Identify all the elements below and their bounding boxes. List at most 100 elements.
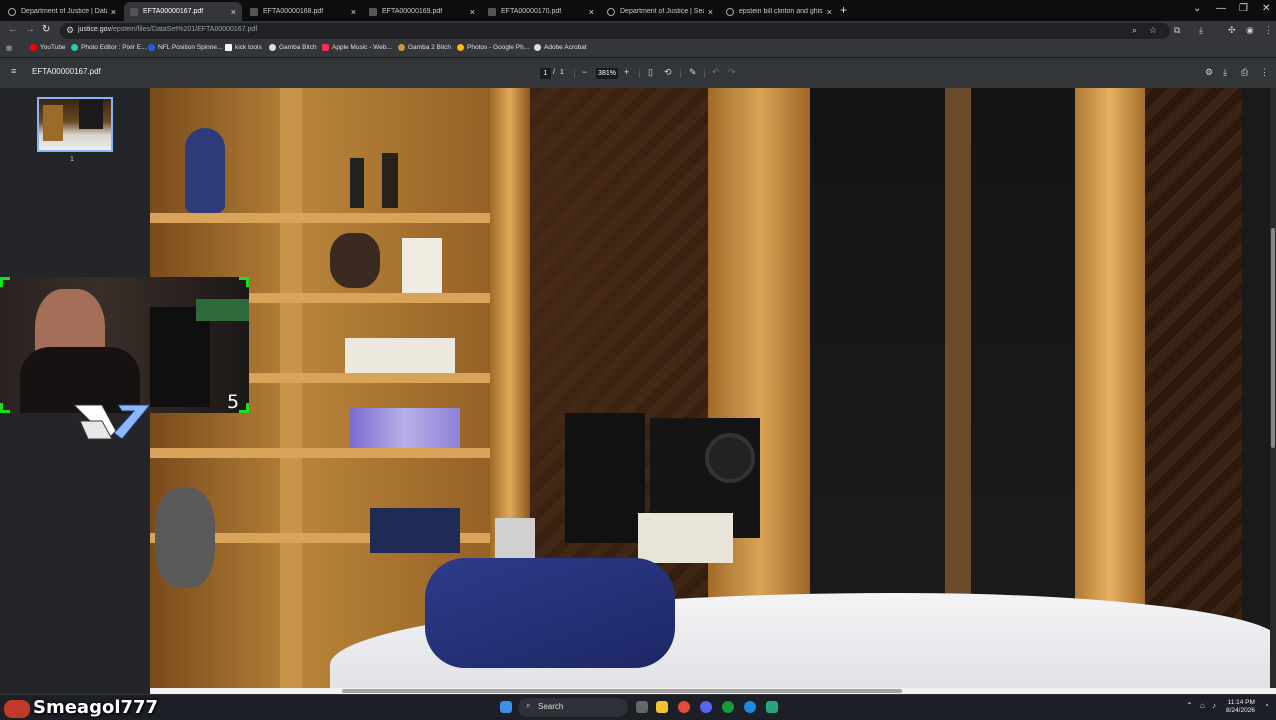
- discord-icon[interactable]: [700, 701, 712, 713]
- bookmark-kick-tools[interactable]: kick tools: [225, 44, 262, 51]
- close-tab-icon[interactable]: ×: [231, 7, 236, 17]
- system-clock[interactable]: 11:14 PM 8/24/2026: [1226, 699, 1255, 715]
- tray-chevron-icon[interactable]: ⌃: [1186, 701, 1193, 710]
- site-info-icon[interactable]: ⚙: [66, 25, 74, 36]
- bookmark-youtube[interactable]: YouTube: [30, 44, 66, 51]
- minimize-button[interactable]: —: [1216, 3, 1226, 14]
- reload-icon[interactable]: ↻: [42, 24, 50, 35]
- page-separator: /: [553, 69, 555, 76]
- clock: [495, 518, 535, 558]
- zoom-search-icon[interactable]: ⌕: [1132, 25, 1137, 36]
- tab-efta168[interactable]: EFTA00000168.pdf ×: [244, 2, 362, 21]
- streamer-logo: [72, 404, 152, 440]
- bookmark-label: Gamba 2 Bitch: [408, 44, 451, 51]
- page-number-input[interactable]: 1: [540, 68, 551, 79]
- tab-label: Department of Justice | Data S: [21, 8, 107, 15]
- page-thumbnail[interactable]: [37, 97, 113, 152]
- webcam-overlay: 5: [0, 277, 249, 413]
- taskbar-search[interactable]: ⌕ Search: [518, 698, 628, 717]
- maximize-button[interactable]: ❐: [1239, 3, 1248, 14]
- annotate-icon[interactable]: ✎: [689, 67, 697, 78]
- divider: [680, 69, 681, 78]
- new-tab-button[interactable]: +: [840, 3, 847, 17]
- zoom-in-icon[interactable]: +: [624, 67, 629, 77]
- frame-corner: [239, 277, 249, 287]
- more-options-icon[interactable]: ⋮: [1260, 67, 1269, 78]
- tab-doj-search[interactable]: Department of Justice | Search ×: [601, 2, 719, 21]
- grid-icon: [225, 44, 232, 51]
- close-tab-icon[interactable]: ×: [708, 7, 713, 17]
- profile-icon[interactable]: ◉: [1246, 25, 1254, 36]
- tab-search-button[interactable]: ⌄: [1193, 3, 1201, 14]
- tab-doj-data[interactable]: Department of Justice | Data S ×: [2, 2, 122, 21]
- bookmark-gamba[interactable]: Gamba Bitch: [269, 44, 317, 51]
- fit-page-icon[interactable]: ▯: [648, 67, 653, 78]
- close-tab-icon[interactable]: ×: [827, 7, 832, 17]
- zoom-level-input[interactable]: 381%: [596, 68, 618, 79]
- white-box: [402, 238, 442, 293]
- tab-google-search[interactable]: epstein bill clinton and ghislain ×: [720, 2, 838, 21]
- file-explorer-icon[interactable]: [656, 701, 668, 713]
- globe-icon: [607, 7, 615, 16]
- google-icon: [726, 7, 734, 16]
- tab-efta167[interactable]: EFTA00000167.pdf ×: [124, 2, 242, 21]
- undo-icon[interactable]: ↶: [712, 67, 720, 78]
- close-window-button[interactable]: ✕: [1262, 3, 1270, 14]
- close-tab-icon[interactable]: ×: [111, 7, 116, 17]
- bookmark-nfl-spinner[interactable]: NFL Position Spinne...: [148, 44, 222, 51]
- volume-icon[interactable]: ♪: [1212, 701, 1216, 710]
- bookmark-adobe-acrobat[interactable]: Adobe Acrobat: [534, 44, 587, 51]
- scrollbar-thumb[interactable]: [1271, 228, 1275, 448]
- vertical-scrollbar[interactable]: [1270, 88, 1276, 688]
- pdf-filename: EFTA00000167.pdf: [32, 67, 101, 76]
- download-icon[interactable]: ⤓: [1223, 67, 1227, 78]
- bookmark-pixlr[interactable]: Photo Editor : Pixlr E...: [71, 44, 146, 51]
- tab-label: epstein bill clinton and ghislain: [739, 8, 823, 15]
- redo-icon[interactable]: ↷: [728, 67, 736, 78]
- menu-hamburger-icon[interactable]: ≡: [11, 66, 16, 76]
- zoom-out-icon[interactable]: −: [582, 67, 587, 77]
- rotate-icon[interactable]: ⟲: [664, 67, 672, 78]
- print-icon[interactable]: ⎙: [1241, 67, 1248, 78]
- apps-grid-icon[interactable]: ▦: [6, 44, 12, 52]
- tab-efta169[interactable]: EFTA00000169.pdf ×: [363, 2, 481, 21]
- start-button[interactable]: [500, 701, 512, 713]
- search-icon: ⌕: [526, 701, 531, 710]
- bookmark-apple-music[interactable]: Apple Music - Web...: [322, 44, 392, 51]
- url-path: /epstein/files/DataSet%201/EFTA00000167.…: [111, 26, 258, 33]
- edge-icon[interactable]: [744, 701, 756, 713]
- coin-icon: [398, 44, 405, 51]
- back-icon[interactable]: ←: [8, 24, 18, 35]
- menu-kebab-icon[interactable]: ⋮: [1264, 25, 1273, 36]
- shelf-column: [280, 88, 302, 688]
- task-view-icon[interactable]: [636, 701, 648, 713]
- close-tab-icon[interactable]: ×: [470, 7, 475, 17]
- pdf-file-icon: [488, 7, 496, 16]
- downloads-icon[interactable]: ⤓: [1199, 25, 1203, 36]
- shelf-board: [150, 213, 490, 223]
- forward-icon[interactable]: →: [25, 24, 35, 35]
- bookmark-google-photos[interactable]: Photos - Google Ph...: [457, 44, 529, 51]
- tab-efta170[interactable]: EFTA00000170.pdf ×: [482, 2, 600, 21]
- shelf-board: [150, 448, 490, 458]
- background-sign: [196, 299, 249, 321]
- tab-label: EFTA00000168.pdf: [263, 8, 324, 15]
- address-bar[interactable]: ⚙ justice.gov/epstein/files/DataSet%201/…: [60, 23, 1170, 39]
- xbox-icon[interactable]: [722, 701, 734, 713]
- notification-bell-icon[interactable]: ◔: [1264, 701, 1269, 710]
- bookmark-gamba-2[interactable]: Gamba 2 Bitch: [398, 44, 451, 51]
- close-tab-icon[interactable]: ×: [589, 7, 594, 17]
- extensions-icon[interactable]: ⧉: [1174, 25, 1180, 36]
- bookmark-star-icon[interactable]: ☆: [1149, 25, 1157, 36]
- save-as-icon[interactable]: ⚙: [1205, 67, 1213, 78]
- pixlr-icon: [71, 44, 78, 51]
- kettle: [330, 233, 380, 288]
- close-tab-icon[interactable]: ×: [351, 7, 356, 17]
- bookmark-label: Gamba Bitch: [279, 44, 317, 51]
- scrollbar-thumb[interactable]: [342, 689, 902, 693]
- background-jersey: [150, 307, 210, 407]
- extension-puzzle-icon[interactable]: ✣: [1228, 25, 1236, 36]
- calculator-icon[interactable]: [766, 701, 778, 713]
- chrome-icon[interactable]: [678, 701, 690, 713]
- network-icon[interactable]: ⌂: [1200, 701, 1205, 710]
